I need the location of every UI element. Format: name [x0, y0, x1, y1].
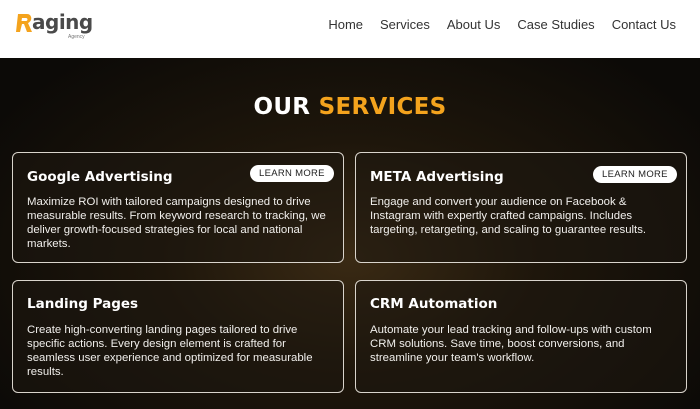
- services-section: OUR SERVICES Google Advertising LEARN MO…: [0, 58, 700, 409]
- card-description-line: markets.: [27, 238, 71, 250]
- section-title: OUR SERVICES: [0, 94, 700, 120]
- card-description-line: Engage and convert your audience on Face…: [370, 196, 627, 208]
- card-title: Google Advertising: [27, 169, 173, 185]
- nav-about-us[interactable]: About Us: [447, 17, 500, 32]
- card-title: Landing Pages: [27, 296, 139, 312]
- card-description: Engage and convert your audience on Face…: [370, 195, 646, 237]
- logo-subtext: Agency: [68, 34, 85, 40]
- main-nav: Home Services About Us Case Studies Cont…: [311, 17, 676, 32]
- card-description-line: Maximize ROI with tailored campaigns des…: [27, 196, 311, 208]
- site-header: aging Agency Home Services About Us Case…: [0, 0, 700, 58]
- card-description: Automate your lead tracking and follow-u…: [370, 323, 652, 365]
- section-title-our: OUR: [253, 94, 311, 120]
- section-title-services: SERVICES: [318, 94, 447, 120]
- card-title: CRM Automation: [370, 296, 498, 312]
- card-description-line: seamless user experience and optimized f…: [27, 352, 313, 364]
- card-description: Create high-converting landing pages tai…: [27, 323, 313, 379]
- card-description-line: measurable results. From keyword researc…: [27, 210, 326, 222]
- card-description-line: streamline your team's workflow.: [370, 352, 535, 364]
- card-description-line: specific actions. Every design element i…: [27, 338, 286, 350]
- brand-logo[interactable]: aging Agency: [16, 10, 106, 44]
- learn-more-button[interactable]: LEARN MORE: [593, 166, 677, 183]
- card-description: Maximize ROI with tailored campaigns des…: [27, 195, 326, 251]
- service-card-meta-advertising: META Advertising LEARN MORE Engage and c…: [355, 152, 687, 263]
- logo-wordmark: aging: [32, 10, 93, 34]
- service-card-crm-automation: CRM Automation Automate your lead tracki…: [355, 280, 687, 393]
- nav-services[interactable]: Services: [380, 17, 430, 32]
- card-description-line: results.: [27, 366, 64, 378]
- card-description-line: Automate your lead tracking and follow-u…: [370, 324, 652, 336]
- nav-case-studies[interactable]: Case Studies: [517, 17, 594, 32]
- learn-more-button[interactable]: LEARN MORE: [250, 165, 334, 182]
- card-description-line: CRM solutions. Save time, boost conversi…: [370, 338, 625, 350]
- card-description-line: Instagram with expertly crafted campaign…: [370, 210, 633, 222]
- card-description-line: Create high-converting landing pages tai…: [27, 324, 298, 336]
- nav-contact-us[interactable]: Contact Us: [612, 17, 676, 32]
- service-card-landing-pages: Landing Pages Create high-converting lan…: [12, 280, 344, 393]
- card-description-line: targeting, retargeting, and scaling to g…: [370, 224, 647, 236]
- card-description-line: deliver growth-focused strategies for lo…: [27, 224, 303, 236]
- card-title: META Advertising: [370, 169, 504, 185]
- service-card-google-advertising: Google Advertising LEARN MORE Maximize R…: [12, 152, 344, 263]
- nav-home[interactable]: Home: [328, 17, 363, 32]
